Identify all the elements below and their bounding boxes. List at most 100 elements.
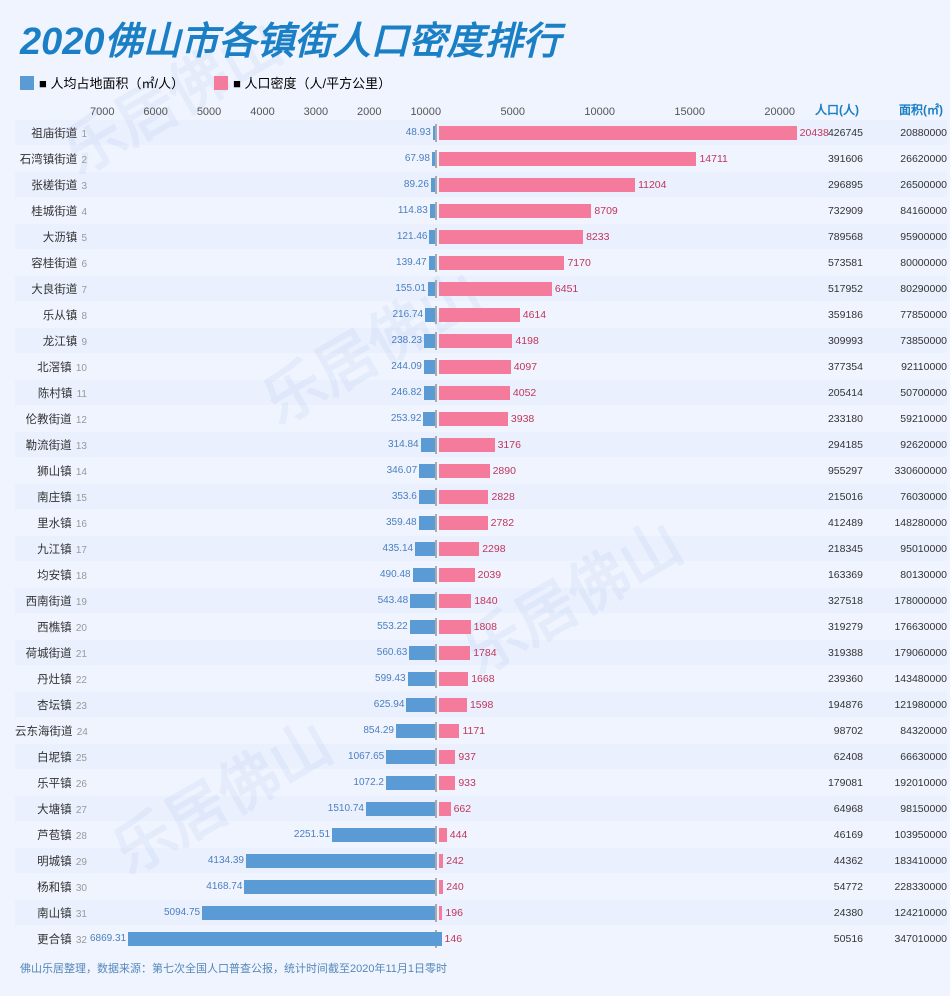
- left-bar-container: 599.43: [90, 666, 435, 691]
- right-bar-value: 2890: [493, 465, 516, 477]
- left-bar: [419, 490, 435, 504]
- left-bar-value: 5094.75: [164, 907, 200, 918]
- left-bar-container: 6869.31: [90, 926, 442, 951]
- right-row: 1471139160626620000: [435, 146, 947, 171]
- right-bar-inner: 4198: [439, 334, 799, 348]
- population-value: 789568: [799, 231, 867, 243]
- left-row: 乐从镇 8216.74: [15, 302, 435, 327]
- right-bar-inner: 1668: [439, 672, 799, 686]
- area-value: 80130000: [867, 569, 947, 581]
- right-bar: [439, 854, 443, 868]
- right-bar-value: 4052: [513, 387, 536, 399]
- center-divider: [435, 332, 437, 350]
- right-bar-value: 7170: [567, 257, 590, 269]
- left-bar-container: 216.74: [90, 302, 435, 327]
- right-bar-inner: 1840: [439, 594, 799, 608]
- left-bar: [406, 698, 435, 712]
- right-row: 419830999373850000: [435, 328, 947, 353]
- left-bar-container: 139.47: [90, 250, 435, 275]
- row-name: 荷城街道 21: [15, 645, 90, 661]
- right-row: 7170 57358180000000: [435, 250, 947, 275]
- left-row: 均安镇 18490.48: [15, 562, 435, 587]
- row-name: 西南街道 19: [15, 593, 90, 609]
- left-bar-value: 625.94: [374, 699, 405, 710]
- right-bar: [439, 802, 451, 816]
- right-bar-inner: 2782: [439, 516, 799, 530]
- left-bar: [128, 932, 442, 946]
- left-row: 南庄镇 15353.6: [15, 484, 435, 509]
- right-bar: [439, 230, 583, 244]
- right-bar: [439, 828, 447, 842]
- population-value: 573581: [799, 257, 867, 269]
- main-container: 2020佛山市各镇街人口密度排行 ■ 人均占地面积（㎡/人） ■ 人口密度（人/…: [0, 0, 950, 991]
- area-value: 50700000: [867, 387, 947, 399]
- left-row: 勒流街道 13314.84: [15, 432, 435, 457]
- left-bar-value: 253.92: [391, 413, 422, 424]
- row-name: 大塘镇 27: [15, 801, 90, 817]
- population-value: 46169: [799, 829, 867, 841]
- right-bar-inner: 3938: [439, 412, 799, 426]
- left-row: 杨和镇 304168.74: [15, 874, 435, 899]
- left-bar-container: 346.07: [90, 458, 435, 483]
- right-row: 14650516347010000: [435, 926, 947, 951]
- right-bar-value: 2298: [482, 543, 505, 555]
- left-row: 大塘镇 271510.74: [15, 796, 435, 821]
- right-bar: [439, 490, 488, 504]
- population-value: 62408: [799, 751, 867, 763]
- right-bar-value: 933: [458, 777, 476, 789]
- left-row: 南山镇 315094.75: [15, 900, 435, 925]
- center-divider: [435, 566, 437, 584]
- left-bar-container: 114.83: [90, 198, 435, 223]
- right-bar-inner: 1598: [439, 698, 799, 712]
- row-name: 里水镇 16: [15, 515, 90, 531]
- right-row: 1668239360143480000: [435, 666, 947, 691]
- left-bar-container: 67.98: [90, 146, 435, 171]
- right-bar-value: 4198: [515, 335, 538, 347]
- area-value: 103950000: [867, 829, 947, 841]
- left-bar-container: 253.92: [90, 406, 435, 431]
- left-bar-container: 314.84: [90, 432, 435, 457]
- left-bar-value: 560.63: [377, 647, 408, 658]
- left-bar-value: 246.82: [391, 387, 422, 398]
- left-bar: [409, 646, 435, 660]
- left-bar: [424, 386, 435, 400]
- center-divider: [435, 904, 437, 922]
- right-bar: [439, 256, 564, 270]
- right-bar: [439, 308, 520, 322]
- right-bar: [439, 360, 511, 374]
- left-row: 桂城街道 4114.83: [15, 198, 435, 223]
- left-bar: [410, 620, 435, 634]
- right-bar-value: 240: [446, 881, 464, 893]
- center-divider: [435, 176, 437, 194]
- right-bar-inner: 8709: [439, 204, 799, 218]
- right-row: 1784319388179060000: [435, 640, 947, 665]
- area-value: 121980000: [867, 699, 947, 711]
- right-row: 409737735492110000: [435, 354, 947, 379]
- area-value: 80000000: [867, 257, 947, 269]
- row-name: 张槎街道 3: [15, 177, 90, 193]
- area-value: 98150000: [867, 803, 947, 815]
- left-bar-container: 238.23: [90, 328, 435, 353]
- area-value: 183410000: [867, 855, 947, 867]
- right-bar-inner: 240: [439, 880, 799, 894]
- right-bar-inner: 8233: [439, 230, 799, 244]
- left-row: 狮山镇 14346.07: [15, 458, 435, 483]
- population-value: 955297: [799, 465, 867, 477]
- left-row: 荷城街道 21 560.63: [15, 640, 435, 665]
- legend-blue: ■ 人均占地面积（㎡/人）: [20, 73, 184, 92]
- area-value: 143480000: [867, 673, 947, 685]
- right-row: 11719870284320000: [435, 718, 947, 743]
- right-bar: [439, 204, 591, 218]
- left-bar: [424, 360, 435, 374]
- center-divider: [435, 696, 437, 714]
- area-value: 330600000: [867, 465, 947, 477]
- right-bar-inner: 2039: [439, 568, 799, 582]
- left-bar-value: 353.6: [392, 491, 417, 502]
- right-bar-value: 1808: [474, 621, 497, 633]
- right-bar-value: 2782: [491, 517, 514, 529]
- right-bar: [439, 698, 467, 712]
- right-bar: [439, 412, 508, 426]
- area-value: 176630000: [867, 621, 947, 633]
- left-bar-container: 121.46: [90, 224, 435, 249]
- right-rows: 2043842674520880000147113916062662000011…: [435, 120, 947, 952]
